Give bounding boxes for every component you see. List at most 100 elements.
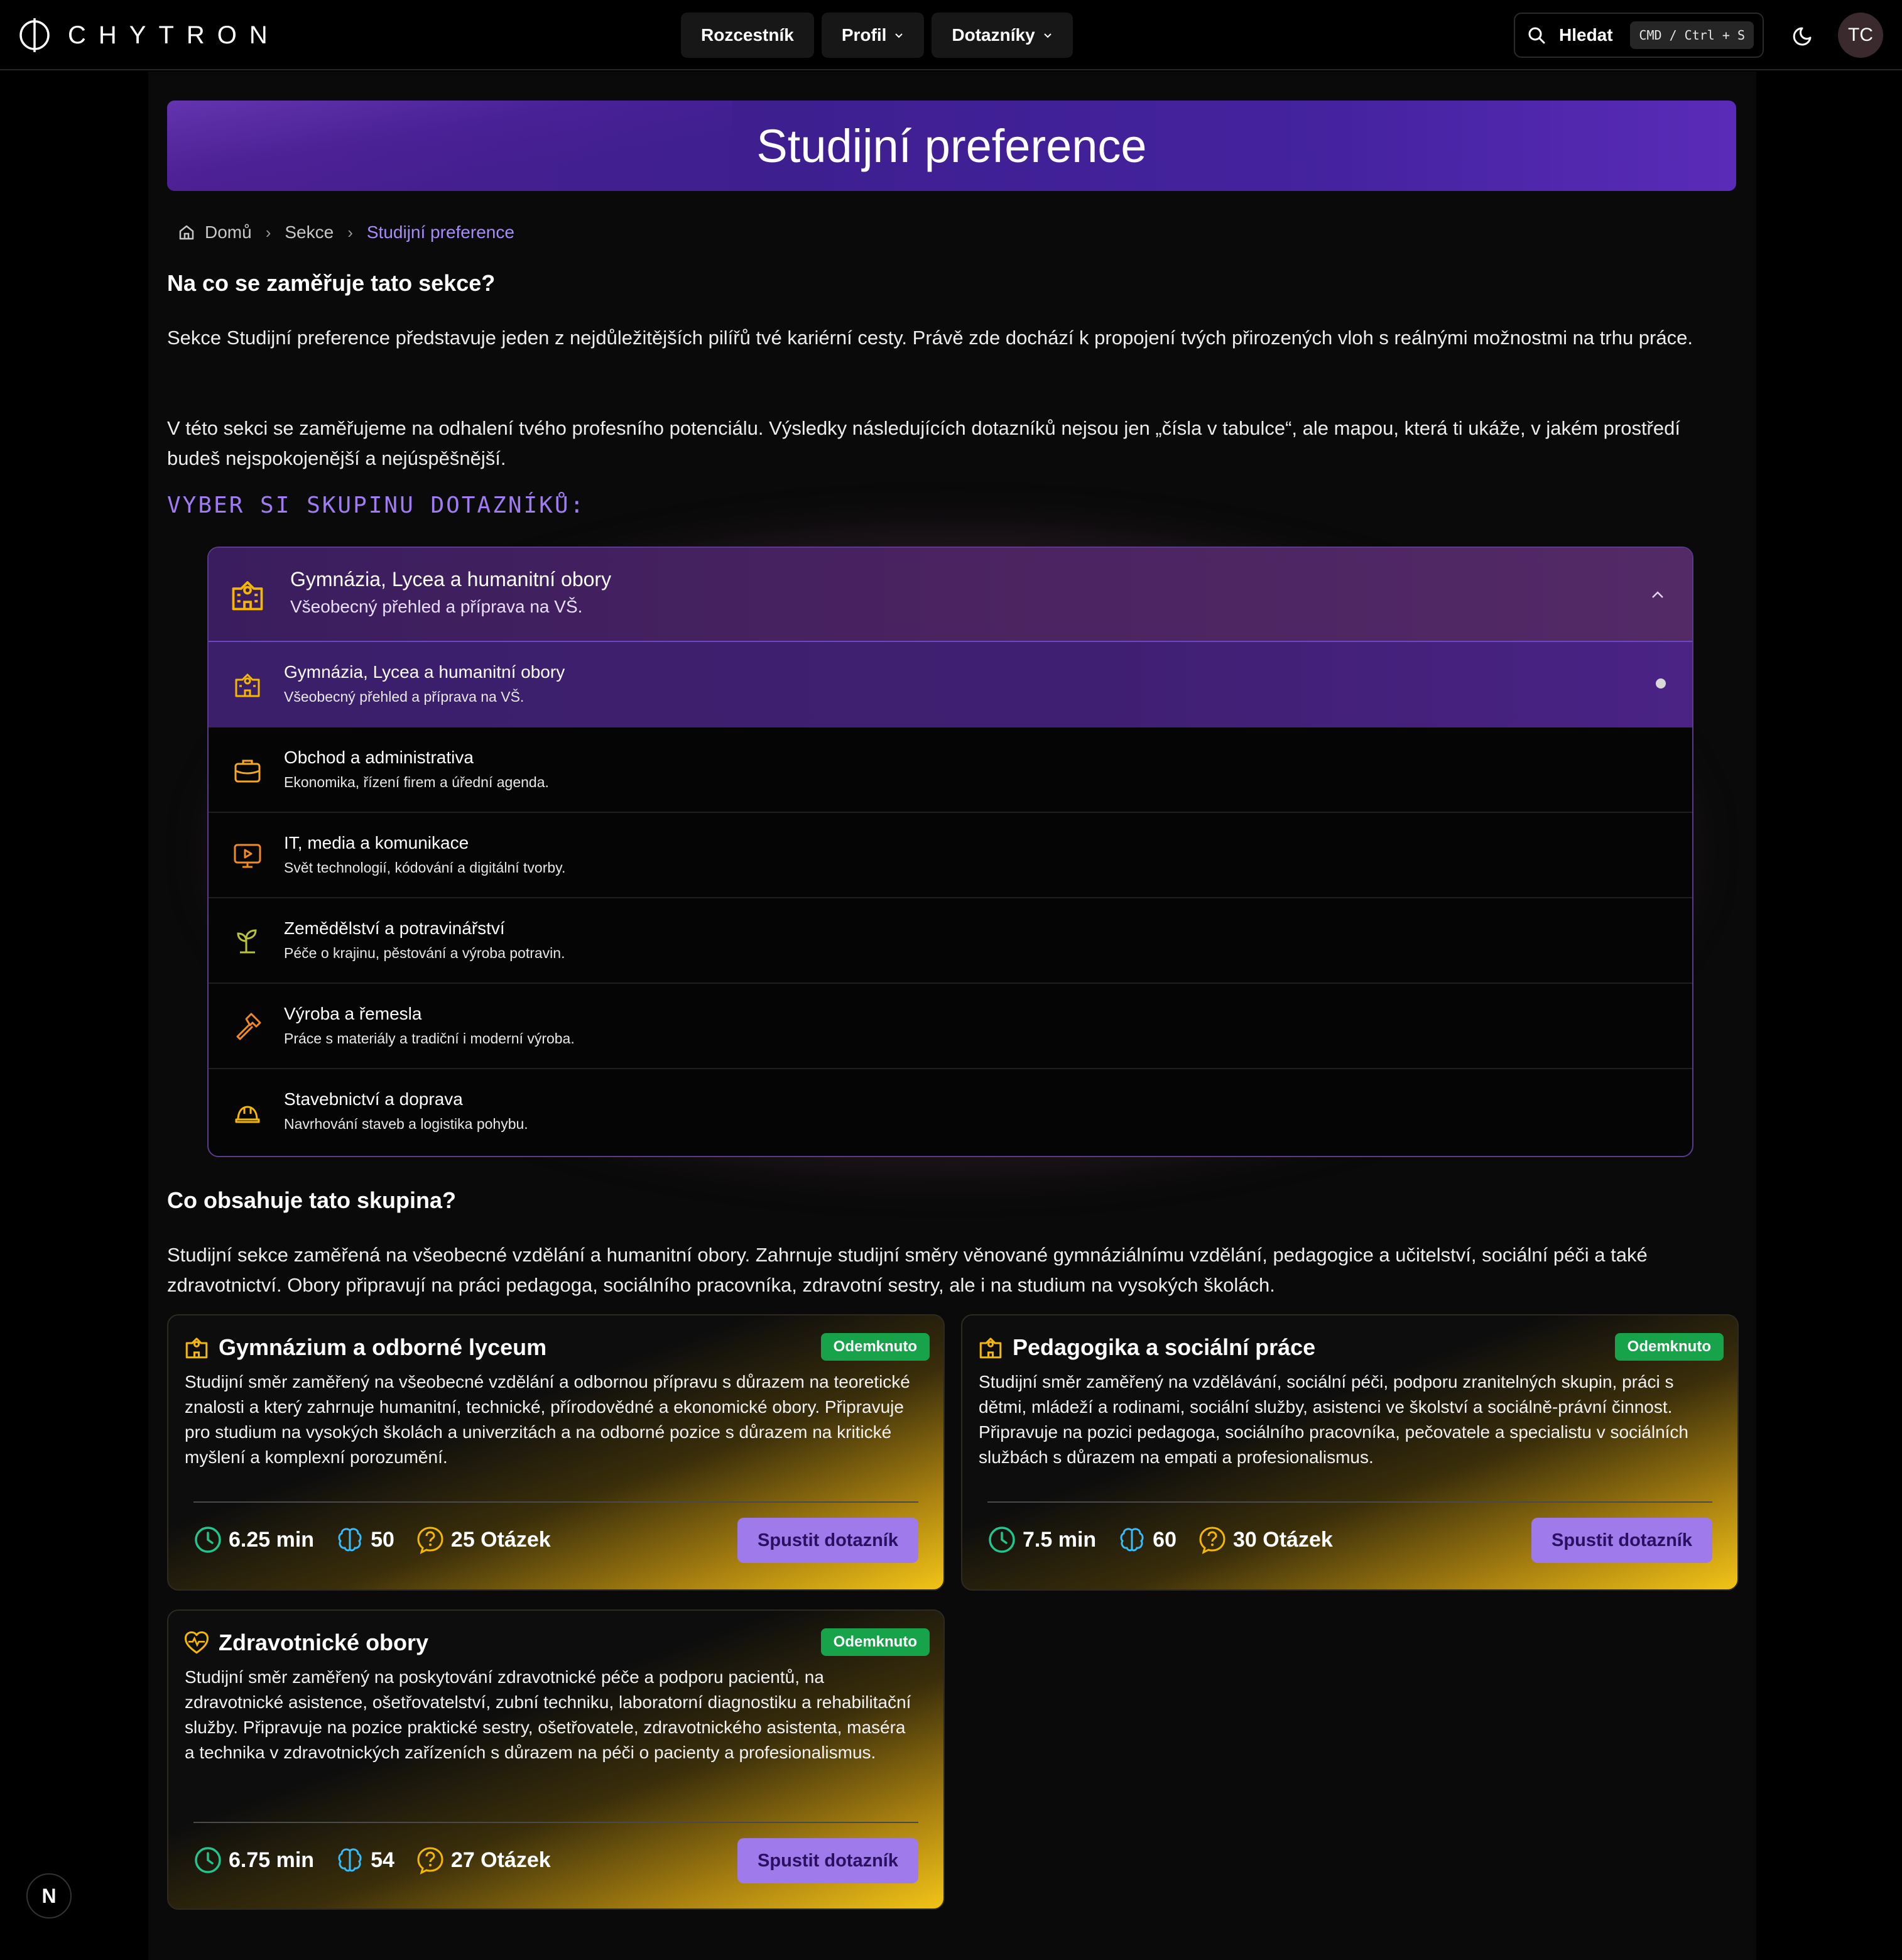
avatar[interactable]: TC (1838, 13, 1883, 58)
brain-icon (338, 1848, 362, 1872)
selected-indicator (1656, 678, 1666, 689)
stat-questions: 30 Otázek (1198, 1525, 1333, 1554)
start-questionnaire-button[interactable]: Spustit dotazník (737, 1518, 918, 1563)
card-stats: 6.25 min 50 25 Otázek (193, 1525, 551, 1554)
group-option-subtitle: Navrhování staveb a logistika pohybu. (284, 1116, 528, 1132)
group-option-subtitle: Všeobecný přehled a příprava na VŠ. (284, 689, 524, 705)
brain-icon (338, 1528, 362, 1552)
main-menu: Rozcestník Profil Dotazníky (681, 13, 1073, 58)
page-title: Studijní preference (756, 119, 1147, 172)
group-option[interactable]: Zemědělství a potravinářství Péče o kraj… (209, 898, 1692, 984)
questionnaire-card: Pedagogika a sociální práce Odemknuto St… (961, 1314, 1739, 1591)
logo-icon (19, 18, 50, 52)
hero-banner: Studijní preference (167, 101, 1736, 191)
stat-questions: 25 Otázek (416, 1525, 551, 1554)
chevron-right-icon: › (265, 222, 271, 242)
stat-time: 7.5 min (987, 1525, 1096, 1554)
search-label: Hledat (1559, 25, 1613, 45)
breadcrumb-section[interactable]: Sekce (285, 222, 334, 242)
nav-profil-label: Profil (841, 25, 887, 45)
heart-pulse-icon (184, 1631, 209, 1654)
sprout-icon (237, 929, 257, 954)
brand-logo[interactable]: CHYTRON (19, 15, 280, 55)
group-option-title: Obchod a administrativa (284, 748, 474, 767)
chevron-right-icon: › (347, 222, 353, 242)
monitor-play-icon (234, 844, 261, 868)
breadcrumb-current: Studijní preference (366, 222, 514, 242)
clock-icon (989, 1527, 1015, 1553)
group-option-title: Výroba a řemesla (284, 1004, 422, 1023)
selected-group-subtitle: Všeobecný přehled a příprava na VŠ. (290, 597, 583, 616)
status-badge: Odemknuto (1614, 1333, 1724, 1361)
group-option[interactable]: Výroba a řemesla Práce s materiály a tra… (209, 984, 1692, 1069)
question-icon (417, 1847, 443, 1875)
questionnaire-card: Zdravotnické obory Odemknuto Studijní sm… (167, 1609, 945, 1910)
home-icon[interactable] (177, 223, 196, 242)
card-stats: 7.5 min 60 30 Otázek (987, 1525, 1333, 1554)
breadcrumb: Domů › Sekce › Studijní preference (177, 222, 514, 242)
dev-tools-badge[interactable]: N (26, 1873, 72, 1919)
status-badge: Odemknuto (820, 1628, 930, 1656)
chevron-down-icon (1043, 33, 1052, 38)
card-title: Zdravotnické obory (219, 1630, 429, 1655)
school-icon (235, 673, 260, 697)
main-content: Studijní preference Domů › Sekce › Studi… (148, 72, 1756, 1960)
stat-questions-value: 30 Otázek (1233, 1527, 1333, 1552)
stat-score: 54 (335, 1846, 394, 1875)
card-divider (193, 1822, 918, 1823)
chevron-up-icon (1652, 591, 1663, 598)
start-questionnaire-button[interactable]: Spustit dotazník (1531, 1518, 1712, 1563)
start-questionnaire-button[interactable]: Spustit dotazník (737, 1838, 918, 1883)
stat-questions: 27 Otázek (416, 1846, 551, 1875)
nav-dotazniky-label: Dotazníky (952, 25, 1035, 45)
status-badge: Odemknuto (820, 1333, 930, 1361)
group-option-subtitle: Práce s materiály a tradiční i moderní v… (284, 1030, 575, 1047)
stat-score-value: 60 (1153, 1527, 1177, 1552)
question-icon (417, 1527, 443, 1554)
group-option[interactable]: IT, media a komunikace Svět technologií,… (209, 813, 1692, 898)
group-info-paragraph: Studijní sekce zaměřená na všeobecné vzd… (167, 1244, 1648, 1296)
group-option[interactable]: Obchod a administrativa Ekonomika, řízen… (209, 727, 1692, 813)
school-icon (232, 581, 263, 611)
card-title: Gymnázium a odborné lyceum (219, 1334, 547, 1360)
card-divider (193, 1501, 918, 1503)
search-shortcut: CMD / Ctrl + S (1630, 21, 1754, 49)
stat-score: 60 (1117, 1525, 1177, 1554)
card-title: Pedagogika a sociální práce (1013, 1334, 1316, 1360)
nav-profil[interactable]: Profil (821, 13, 925, 58)
hammer-icon (236, 1013, 261, 1040)
briefcase-icon (234, 760, 261, 783)
avatar-initials: TC (1848, 24, 1873, 45)
moon-icon[interactable] (1791, 23, 1817, 48)
stat-score: 50 (335, 1525, 394, 1554)
dev-tools-badge-label: N (41, 1884, 57, 1907)
stat-questions-value: 25 Otázek (450, 1527, 551, 1552)
school-icon (979, 1337, 1002, 1359)
group-selector: Gymnázia, Lycea a humanitní obory Všeobe… (207, 547, 1693, 1157)
group-option[interactable]: Gymnázia, Lycea a humanitní obory Všeobe… (209, 642, 1692, 727)
hard-hat-icon (235, 1106, 260, 1123)
card-description: Studijní směr zaměřený na všeobecné vzdě… (185, 1372, 910, 1467)
stat-time-value: 7.5 min (1023, 1527, 1097, 1552)
nav-dotazniky[interactable]: Dotazníky (932, 13, 1073, 58)
intro-paragraph-1: Sekce Studijní preference představuje je… (167, 327, 1693, 349)
stat-time-value: 6.25 min (229, 1527, 315, 1552)
card-divider (987, 1501, 1712, 1503)
group-info-heading: Co obsahuje tato skupina? (167, 1187, 457, 1213)
group-option-subtitle: Péče o krajinu, pěstování a výroba potra… (284, 945, 565, 961)
clock-icon (195, 1847, 221, 1873)
stat-time: 6.75 min (193, 1846, 314, 1875)
chevron-down-icon (895, 33, 903, 38)
card-stats: 6.75 min 54 27 Otázek (193, 1846, 551, 1875)
question-icon (1199, 1527, 1225, 1554)
search-button[interactable]: Hledat CMD / Ctrl + S (1514, 13, 1764, 58)
group-option-title: Gymnázia, Lycea a humanitní obory (284, 662, 565, 682)
group-option[interactable]: Stavebnictví a doprava Navrhování staveb… (209, 1069, 1692, 1155)
top-navigation: CHYTRON Rozcestník Profil Dotazníky Hled… (0, 0, 1902, 70)
group-option-subtitle: Ekonomika, řízení firem a úřední agenda. (284, 774, 549, 790)
nav-rozcestnik[interactable]: Rozcestník (681, 13, 814, 58)
brain-icon (1120, 1528, 1144, 1552)
group-selector-trigger[interactable]: Gymnázia, Lycea a humanitní obory Všeobe… (209, 548, 1692, 642)
breadcrumb-home[interactable]: Domů (205, 222, 252, 242)
intro-paragraph-2: V této sekci se zaměřujeme na odhalení t… (167, 417, 1680, 469)
